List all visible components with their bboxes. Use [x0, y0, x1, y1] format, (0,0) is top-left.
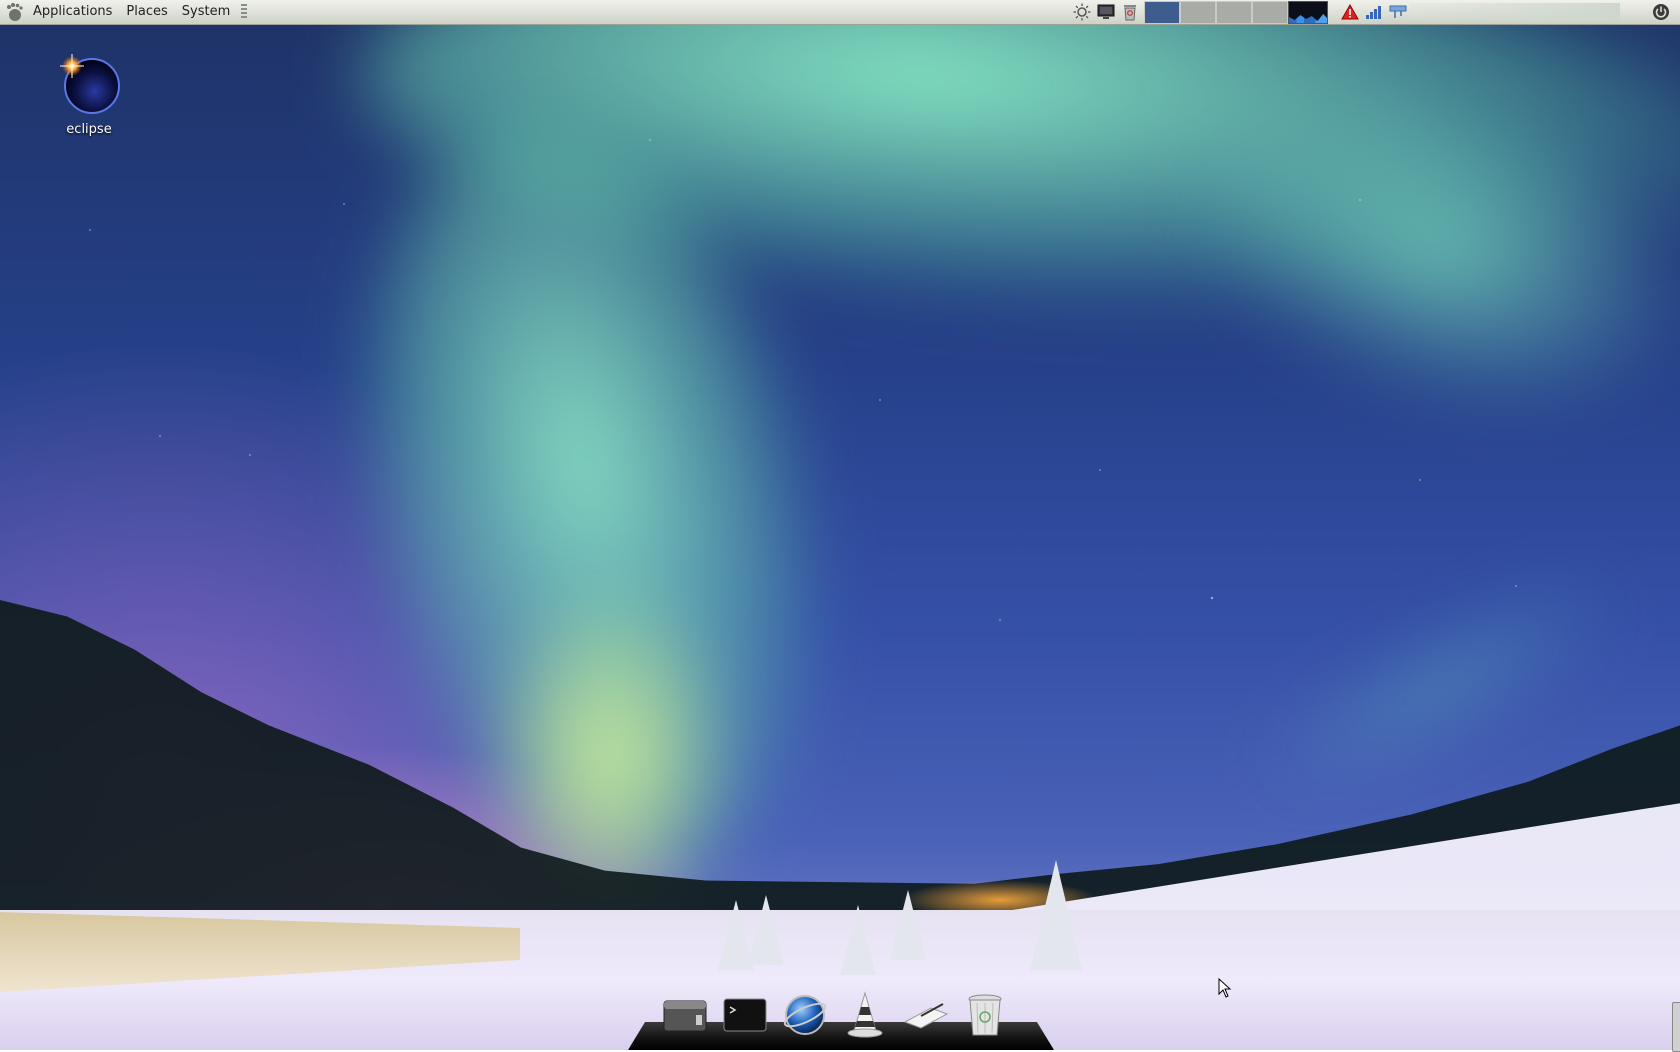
cpu-usage-graph: [1289, 14, 1327, 23]
mouse-cursor-icon: [1218, 977, 1232, 1002]
trash-panel-icon[interactable]: [1120, 2, 1140, 22]
terminal-icon[interactable]: [720, 990, 770, 1040]
network-wired-icon[interactable]: [1388, 2, 1408, 22]
workspace-1[interactable]: [1144, 1, 1180, 24]
workspace-4[interactable]: [1252, 1, 1288, 24]
system-monitor-graph[interactable]: [1288, 1, 1328, 24]
trash-icon[interactable]: [960, 990, 1010, 1040]
screen-icon[interactable]: [1096, 2, 1116, 22]
snowy-tree: [748, 895, 784, 965]
top-panel: Applications Places System: [0, 0, 1680, 25]
gnome-foot-icon[interactable]: [4, 1, 26, 23]
power-icon[interactable]: [1650, 1, 1672, 23]
web-browser-icon[interactable]: [780, 990, 830, 1040]
menu-system[interactable]: System: [175, 0, 237, 24]
eclipse-icon: [54, 46, 124, 116]
warning-icon[interactable]: [1340, 2, 1360, 22]
menu-places[interactable]: Places: [119, 0, 174, 24]
workspace-2[interactable]: [1180, 1, 1216, 24]
desktop-icon-label: eclipse: [66, 122, 112, 137]
snowy-tree: [1030, 860, 1082, 970]
workspace-switcher: [1144, 1, 1288, 24]
panel-drag-handle[interactable]: [241, 4, 248, 20]
vlc-icon[interactable]: [840, 990, 890, 1040]
brightness-applet-icon[interactable]: [1072, 2, 1092, 22]
snowy-tree: [840, 905, 876, 975]
file-manager-icon[interactable]: [660, 990, 710, 1040]
menu-applications[interactable]: Applications: [26, 0, 119, 24]
panel-clock-area[interactable]: [1410, 3, 1620, 21]
desktop-icon-eclipse[interactable]: eclipse: [40, 46, 138, 137]
network-signal-icon[interactable]: [1364, 2, 1384, 22]
snowy-tree: [890, 890, 926, 960]
dock: [660, 990, 1010, 1040]
text-editor-icon[interactable]: [900, 990, 950, 1040]
workspace-3[interactable]: [1216, 1, 1252, 24]
edge-scroll-handle[interactable]: [1672, 1002, 1680, 1052]
desktop-wallpaper: [0, 0, 1680, 1050]
